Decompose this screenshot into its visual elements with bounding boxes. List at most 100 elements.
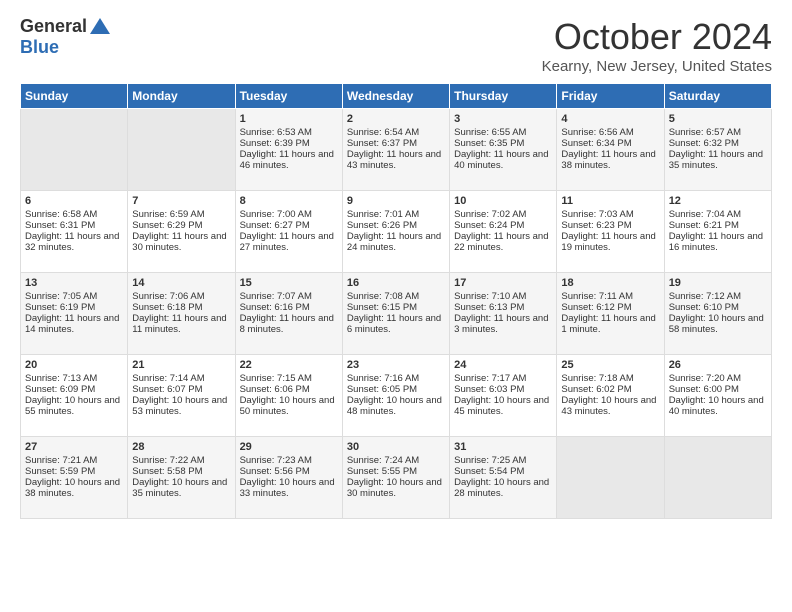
sunset-text: Sunset: 6:24 PM [454, 220, 524, 231]
sunset-text: Sunset: 6:13 PM [454, 302, 524, 313]
sunrise-text: Sunrise: 7:06 AM [132, 291, 204, 302]
day-number: 8 [240, 195, 338, 207]
day-number: 26 [669, 359, 767, 371]
table-row [21, 109, 128, 191]
day-number: 7 [132, 195, 230, 207]
sunrise-text: Sunrise: 7:22 AM [132, 455, 204, 466]
table-row: 20 Sunrise: 7:13 AM Sunset: 6:09 PM Dayl… [21, 355, 128, 437]
day-number: 29 [240, 441, 338, 453]
sunrise-text: Sunrise: 6:59 AM [132, 209, 204, 220]
daylight-text: Daylight: 10 hours and 30 minutes. [347, 477, 442, 499]
table-row: 8 Sunrise: 7:00 AM Sunset: 6:27 PM Dayli… [235, 191, 342, 273]
sunset-text: Sunset: 6:06 PM [240, 384, 310, 395]
sunrise-text: Sunrise: 7:24 AM [347, 455, 419, 466]
calendar-week-row: 13 Sunrise: 7:05 AM Sunset: 6:19 PM Dayl… [21, 273, 772, 355]
col-sunday: Sunday [21, 84, 128, 109]
sunrise-text: Sunrise: 7:25 AM [454, 455, 526, 466]
sunset-text: Sunset: 6:05 PM [347, 384, 417, 395]
daylight-text: Daylight: 11 hours and 6 minutes. [347, 313, 441, 335]
sunrise-text: Sunrise: 6:55 AM [454, 127, 526, 138]
table-row: 19 Sunrise: 7:12 AM Sunset: 6:10 PM Dayl… [664, 273, 771, 355]
table-row: 17 Sunrise: 7:10 AM Sunset: 6:13 PM Dayl… [450, 273, 557, 355]
day-number: 30 [347, 441, 445, 453]
sunset-text: Sunset: 6:27 PM [240, 220, 310, 231]
day-number: 17 [454, 277, 552, 289]
sunrise-text: Sunrise: 6:54 AM [347, 127, 419, 138]
sunrise-text: Sunrise: 6:56 AM [561, 127, 633, 138]
table-row: 29 Sunrise: 7:23 AM Sunset: 5:56 PM Dayl… [235, 437, 342, 519]
day-number: 13 [25, 277, 123, 289]
table-row: 2 Sunrise: 6:54 AM Sunset: 6:37 PM Dayli… [342, 109, 449, 191]
month-title: October 2024 [542, 16, 772, 58]
sunrise-text: Sunrise: 7:18 AM [561, 373, 633, 384]
calendar-week-row: 20 Sunrise: 7:13 AM Sunset: 6:09 PM Dayl… [21, 355, 772, 437]
table-row: 1 Sunrise: 6:53 AM Sunset: 6:39 PM Dayli… [235, 109, 342, 191]
sunrise-text: Sunrise: 7:17 AM [454, 373, 526, 384]
day-number: 12 [669, 195, 767, 207]
sunset-text: Sunset: 6:09 PM [25, 384, 95, 395]
sunrise-text: Sunrise: 6:57 AM [669, 127, 741, 138]
col-wednesday: Wednesday [342, 84, 449, 109]
daylight-text: Daylight: 11 hours and 35 minutes. [669, 149, 763, 171]
day-number: 21 [132, 359, 230, 371]
sunset-text: Sunset: 6:18 PM [132, 302, 202, 313]
sunset-text: Sunset: 6:00 PM [669, 384, 739, 395]
day-number: 27 [25, 441, 123, 453]
sunset-text: Sunset: 6:34 PM [561, 138, 631, 149]
sunset-text: Sunset: 5:55 PM [347, 466, 417, 477]
table-row: 6 Sunrise: 6:58 AM Sunset: 6:31 PM Dayli… [21, 191, 128, 273]
sunrise-text: Sunrise: 7:20 AM [669, 373, 741, 384]
sunrise-text: Sunrise: 7:15 AM [240, 373, 312, 384]
daylight-text: Daylight: 11 hours and 22 minutes. [454, 231, 548, 253]
daylight-text: Daylight: 11 hours and 19 minutes. [561, 231, 655, 253]
day-number: 31 [454, 441, 552, 453]
daylight-text: Daylight: 11 hours and 16 minutes. [669, 231, 763, 253]
sunrise-text: Sunrise: 6:53 AM [240, 127, 312, 138]
day-number: 24 [454, 359, 552, 371]
table-row [557, 437, 664, 519]
daylight-text: Daylight: 11 hours and 8 minutes. [240, 313, 334, 335]
daylight-text: Daylight: 11 hours and 32 minutes. [25, 231, 119, 253]
sunrise-text: Sunrise: 7:02 AM [454, 209, 526, 220]
table-row: 18 Sunrise: 7:11 AM Sunset: 6:12 PM Dayl… [557, 273, 664, 355]
day-number: 22 [240, 359, 338, 371]
sunrise-text: Sunrise: 7:14 AM [132, 373, 204, 384]
table-row: 9 Sunrise: 7:01 AM Sunset: 6:26 PM Dayli… [342, 191, 449, 273]
calendar-week-row: 27 Sunrise: 7:21 AM Sunset: 5:59 PM Dayl… [21, 437, 772, 519]
table-row: 13 Sunrise: 7:05 AM Sunset: 6:19 PM Dayl… [21, 273, 128, 355]
logo-triangle-icon [90, 18, 110, 34]
daylight-text: Daylight: 10 hours and 53 minutes. [132, 395, 227, 417]
day-number: 25 [561, 359, 659, 371]
table-row: 12 Sunrise: 7:04 AM Sunset: 6:21 PM Dayl… [664, 191, 771, 273]
daylight-text: Daylight: 11 hours and 30 minutes. [132, 231, 226, 253]
table-row: 16 Sunrise: 7:08 AM Sunset: 6:15 PM Dayl… [342, 273, 449, 355]
day-number: 15 [240, 277, 338, 289]
table-row: 4 Sunrise: 6:56 AM Sunset: 6:34 PM Dayli… [557, 109, 664, 191]
col-friday: Friday [557, 84, 664, 109]
daylight-text: Daylight: 10 hours and 35 minutes. [132, 477, 227, 499]
sunrise-text: Sunrise: 7:16 AM [347, 373, 419, 384]
sunset-text: Sunset: 6:23 PM [561, 220, 631, 231]
table-row: 14 Sunrise: 7:06 AM Sunset: 6:18 PM Dayl… [128, 273, 235, 355]
table-row: 31 Sunrise: 7:25 AM Sunset: 5:54 PM Dayl… [450, 437, 557, 519]
sunset-text: Sunset: 5:59 PM [25, 466, 95, 477]
logo: General Blue [20, 16, 110, 58]
sunset-text: Sunset: 6:31 PM [25, 220, 95, 231]
logo-blue-text: Blue [20, 37, 59, 58]
daylight-text: Daylight: 11 hours and 38 minutes. [561, 149, 655, 171]
day-number: 16 [347, 277, 445, 289]
day-number: 10 [454, 195, 552, 207]
calendar-week-row: 1 Sunrise: 6:53 AM Sunset: 6:39 PM Dayli… [21, 109, 772, 191]
sunrise-text: Sunrise: 7:05 AM [25, 291, 97, 302]
table-row: 10 Sunrise: 7:02 AM Sunset: 6:24 PM Dayl… [450, 191, 557, 273]
day-number: 14 [132, 277, 230, 289]
sunset-text: Sunset: 6:35 PM [454, 138, 524, 149]
table-row: 5 Sunrise: 6:57 AM Sunset: 6:32 PM Dayli… [664, 109, 771, 191]
daylight-text: Daylight: 10 hours and 43 minutes. [561, 395, 656, 417]
sunset-text: Sunset: 6:37 PM [347, 138, 417, 149]
sunset-text: Sunset: 6:07 PM [132, 384, 202, 395]
daylight-text: Daylight: 11 hours and 14 minutes. [25, 313, 119, 335]
sunrise-text: Sunrise: 7:07 AM [240, 291, 312, 302]
sunrise-text: Sunrise: 7:13 AM [25, 373, 97, 384]
sunset-text: Sunset: 6:39 PM [240, 138, 310, 149]
